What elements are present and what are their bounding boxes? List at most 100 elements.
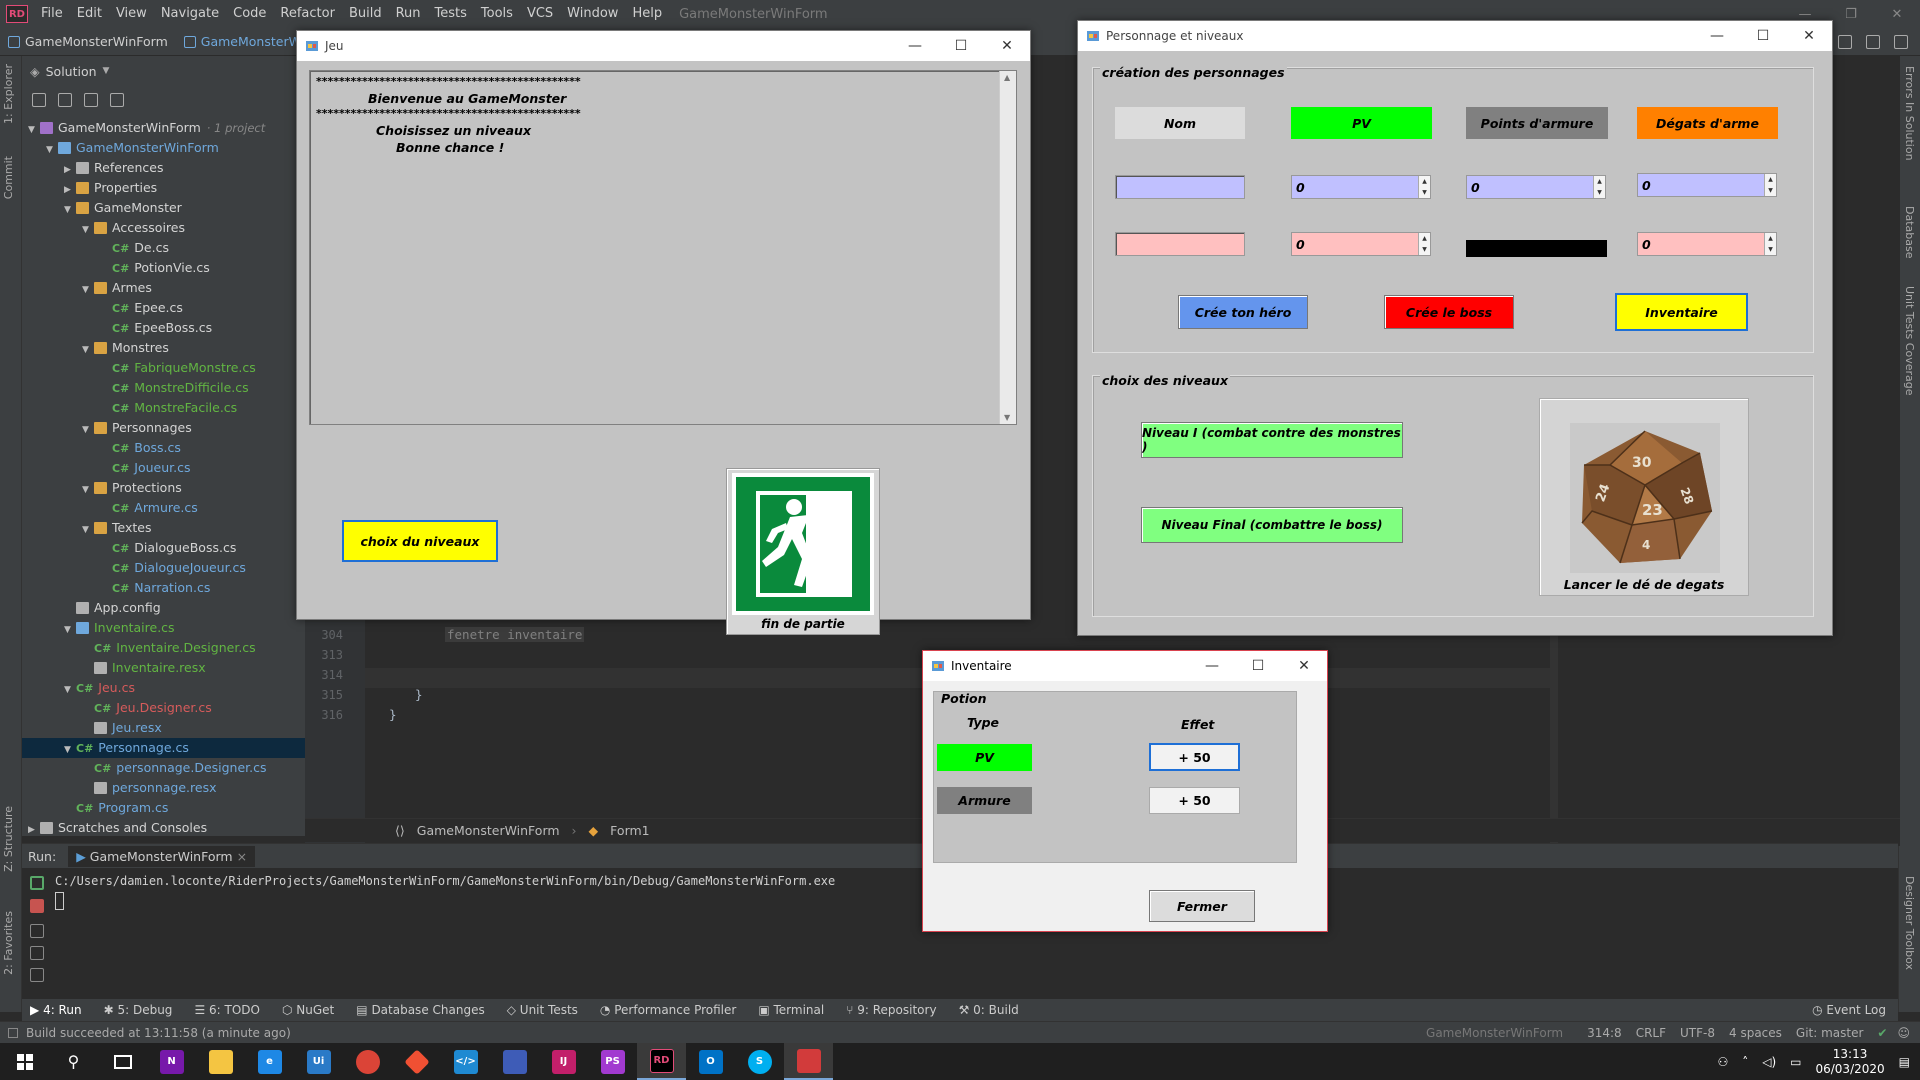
- chevron-down-icon[interactable]: ▼: [64, 620, 76, 640]
- boss-pv-stepper[interactable]: 0 ▲ ▼: [1291, 232, 1431, 256]
- chevron-down-icon[interactable]: ▼: [82, 340, 94, 360]
- close-icon[interactable]: ✕: [984, 31, 1030, 61]
- tree-item[interactable]: C# DialogueJoueur.cs: [22, 558, 305, 578]
- tab-commit[interactable]: Commit: [2, 156, 15, 199]
- taskbar-ie[interactable]: e: [245, 1043, 294, 1080]
- tree-item[interactable]: ▶ References: [22, 158, 305, 178]
- breadcrumb-solution[interactable]: GameMonsterWinForm: [0, 34, 176, 49]
- solution-dropdown[interactable]: Solution: [46, 64, 97, 79]
- settings-icon[interactable]: [1866, 35, 1880, 49]
- scroll-end-icon[interactable]: [30, 924, 44, 938]
- tree-item[interactable]: C# Joueur.cs: [22, 458, 305, 478]
- tree-item[interactable]: ▼ GameMonsterWinForm · 1 project: [22, 118, 305, 138]
- show-all-icon[interactable]: [84, 93, 98, 107]
- stepper-arrows-icon[interactable]: ▲ ▼: [1593, 176, 1605, 198]
- tree-item[interactable]: ▶ Scratches and Consoles: [22, 818, 305, 838]
- taskbar-outlook[interactable]: O: [686, 1043, 735, 1080]
- tree-item[interactable]: C# De.cs: [22, 238, 305, 258]
- taskbar-phpstorm[interactable]: PS: [588, 1043, 637, 1080]
- fin-de-partie-button[interactable]: fin de partie: [726, 468, 880, 635]
- boss-nom-input[interactable]: [1115, 232, 1245, 256]
- chevron-down-icon[interactable]: ▼: [46, 140, 58, 160]
- status-git-branch[interactable]: Git: master: [1796, 1026, 1864, 1040]
- console-cursor[interactable]: [55, 892, 64, 910]
- tree-item[interactable]: C# Program.cs: [22, 798, 305, 818]
- scroll-down-icon[interactable]: ▼: [1004, 413, 1010, 422]
- taskbar-skype[interactable]: S: [735, 1043, 784, 1080]
- menu-tests[interactable]: Tests: [428, 0, 474, 28]
- tab-favorites[interactable]: 2: Favorites: [2, 911, 15, 975]
- taskbar-vscode[interactable]: </>: [441, 1043, 490, 1080]
- chevron-down-icon[interactable]: ▼: [82, 280, 94, 300]
- hero-degats-stepper[interactable]: 0 ▲ ▼: [1637, 173, 1777, 197]
- event-log-button[interactable]: ◷ Event Log: [1812, 1003, 1886, 1017]
- tree-item[interactable]: ▼ Personnages: [22, 418, 305, 438]
- close-icon[interactable]: ✕: [1786, 21, 1832, 51]
- menu-edit[interactable]: Edit: [70, 0, 109, 28]
- close-icon[interactable]: ✕: [1874, 0, 1920, 28]
- status-line-ending[interactable]: CRLF: [1636, 1026, 1666, 1040]
- tree-item[interactable]: ▼ Textes: [22, 518, 305, 538]
- taskbar-git[interactable]: [392, 1043, 441, 1080]
- tree-item[interactable]: ▼ GameMonsterWinForm: [22, 138, 305, 158]
- tab-errors[interactable]: Errors In Solution: [1903, 66, 1916, 161]
- clock[interactable]: 13:13 06/03/2020: [1815, 1047, 1884, 1077]
- effet-pv-button[interactable]: + 50: [1149, 743, 1240, 771]
- lancer-de-button[interactable]: 30 24 23 28 4 Lancer le dé de degats: [1539, 398, 1749, 596]
- tree-item[interactable]: C# FabriqueMonstre.cs: [22, 358, 305, 378]
- tree-item[interactable]: personnage.resx: [22, 778, 305, 798]
- chevron-down-icon[interactable]: ▼: [28, 120, 40, 140]
- minimize-icon[interactable]: —: [892, 31, 938, 61]
- cree-hero-button[interactable]: Crée ton héro: [1178, 295, 1308, 329]
- tree-item[interactable]: C# Jeu.Designer.cs: [22, 698, 305, 718]
- tool-unit-tests[interactable]: ◇ Unit Tests: [507, 1003, 578, 1017]
- niveau-final-button[interactable]: Niveau Final (combattre le boss): [1141, 507, 1403, 543]
- rerun-icon[interactable]: [30, 876, 44, 890]
- tree-item[interactable]: ▼ Accessoires: [22, 218, 305, 238]
- tree-item[interactable]: C# MonstreFacile.cs: [22, 398, 305, 418]
- menu-view[interactable]: View: [109, 0, 154, 28]
- taskbar-app[interactable]: [490, 1043, 539, 1080]
- tool-repository[interactable]: ⑂ 9: Repository: [846, 1003, 936, 1017]
- tree-item[interactable]: C# MonstreDifficile.cs: [22, 378, 305, 398]
- stepper-arrows-icon[interactable]: ▲ ▼: [1418, 176, 1430, 198]
- close-icon[interactable]: ✕: [1281, 651, 1327, 681]
- start-button[interactable]: [0, 1043, 49, 1080]
- effet-armure-button[interactable]: + 50: [1149, 787, 1240, 814]
- fermer-button[interactable]: Fermer: [1149, 890, 1255, 922]
- chevron-down-icon[interactable]: ▼: [64, 740, 76, 760]
- notifications-icon[interactable]: ▤: [1899, 1055, 1910, 1069]
- choix-niveaux-button[interactable]: choix du niveaux: [342, 520, 498, 562]
- taskbar-onenote[interactable]: N: [147, 1043, 196, 1080]
- maximize-icon[interactable]: ☐: [1740, 21, 1786, 51]
- chevron-up-icon[interactable]: ˄: [1742, 1055, 1748, 1069]
- menu-refactor[interactable]: Refactor: [273, 0, 342, 28]
- trash-icon[interactable]: [30, 968, 44, 982]
- tree-item[interactable]: ▶ Properties: [22, 178, 305, 198]
- collapse-icon[interactable]: [32, 93, 46, 107]
- inventaire-titlebar[interactable]: Inventaire — ☐ ✕: [923, 651, 1327, 681]
- status-encoding[interactable]: UTF-8: [1680, 1026, 1715, 1040]
- stop-icon[interactable]: [30, 899, 44, 913]
- print-icon[interactable]: [30, 946, 44, 960]
- personnage-titlebar[interactable]: Personnage et niveaux — ☐ ✕: [1078, 21, 1832, 51]
- menu-run[interactable]: Run: [389, 0, 428, 28]
- scroll-up-icon[interactable]: ▲: [1004, 73, 1010, 82]
- tab-unit-tests-coverage[interactable]: Unit Tests Coverage: [1903, 286, 1916, 395]
- chevron-right-icon[interactable]: ▶: [64, 160, 76, 180]
- tree-item[interactable]: ▼ Armes: [22, 278, 305, 298]
- tree-item[interactable]: ▼ C# Personnage.cs: [22, 738, 305, 758]
- restore-icon[interactable]: ❐: [1828, 0, 1874, 28]
- chevron-down-icon[interactable]: ▼: [64, 200, 76, 220]
- chevron-down-icon[interactable]: ▼: [82, 220, 94, 240]
- preview-icon[interactable]: [110, 93, 124, 107]
- menu-file[interactable]: File: [34, 0, 70, 28]
- chevron-down-icon[interactable]: ▼: [82, 520, 94, 540]
- tree-item[interactable]: ▼ GameMonster: [22, 198, 305, 218]
- speaker-icon[interactable]: ◁): [1762, 1055, 1776, 1069]
- boss-degats-stepper[interactable]: 0 ▲ ▼: [1637, 232, 1777, 256]
- taskbar-chrome[interactable]: [343, 1043, 392, 1080]
- tab-structure[interactable]: Z: Structure: [2, 806, 15, 872]
- tree-item[interactable]: C# Epee.cs: [22, 298, 305, 318]
- tree-item[interactable]: C# PotionVie.cs: [22, 258, 305, 278]
